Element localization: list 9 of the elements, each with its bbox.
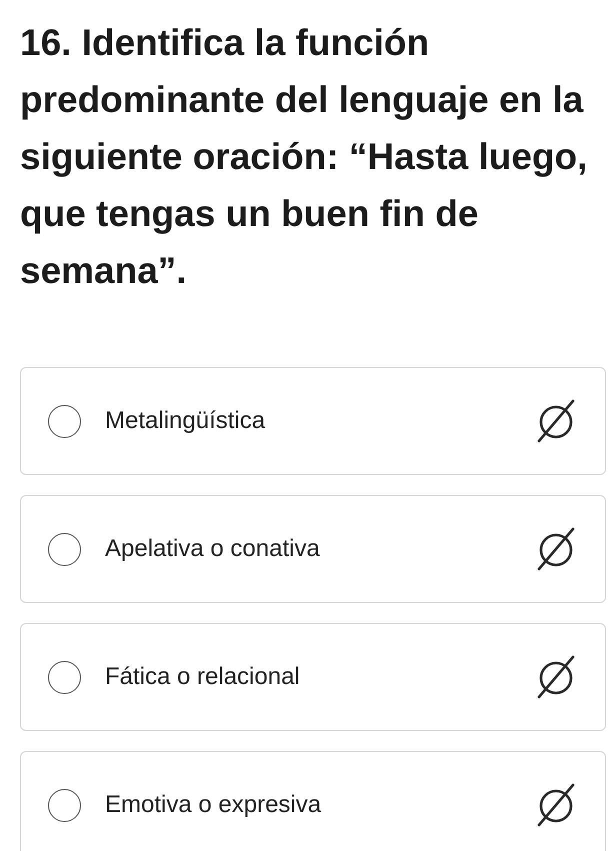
- answer-option[interactable]: Metalingüística: [20, 367, 606, 475]
- answer-option[interactable]: Fática o relacional: [20, 623, 606, 731]
- radio-button[interactable]: [48, 404, 81, 438]
- radio-button[interactable]: [48, 660, 81, 694]
- answer-option[interactable]: Apelativa o conativa: [20, 495, 606, 603]
- radio-button[interactable]: [48, 532, 81, 566]
- radio-button[interactable]: [48, 788, 81, 822]
- question-text: 16. Identifica la función predominante del lenguaje en la siguiente oración: “Hasta luego, que tengas un buen fin de semana”.: [20, 21, 588, 293]
- answer-option[interactable]: Emotiva o expresiva: [20, 751, 606, 851]
